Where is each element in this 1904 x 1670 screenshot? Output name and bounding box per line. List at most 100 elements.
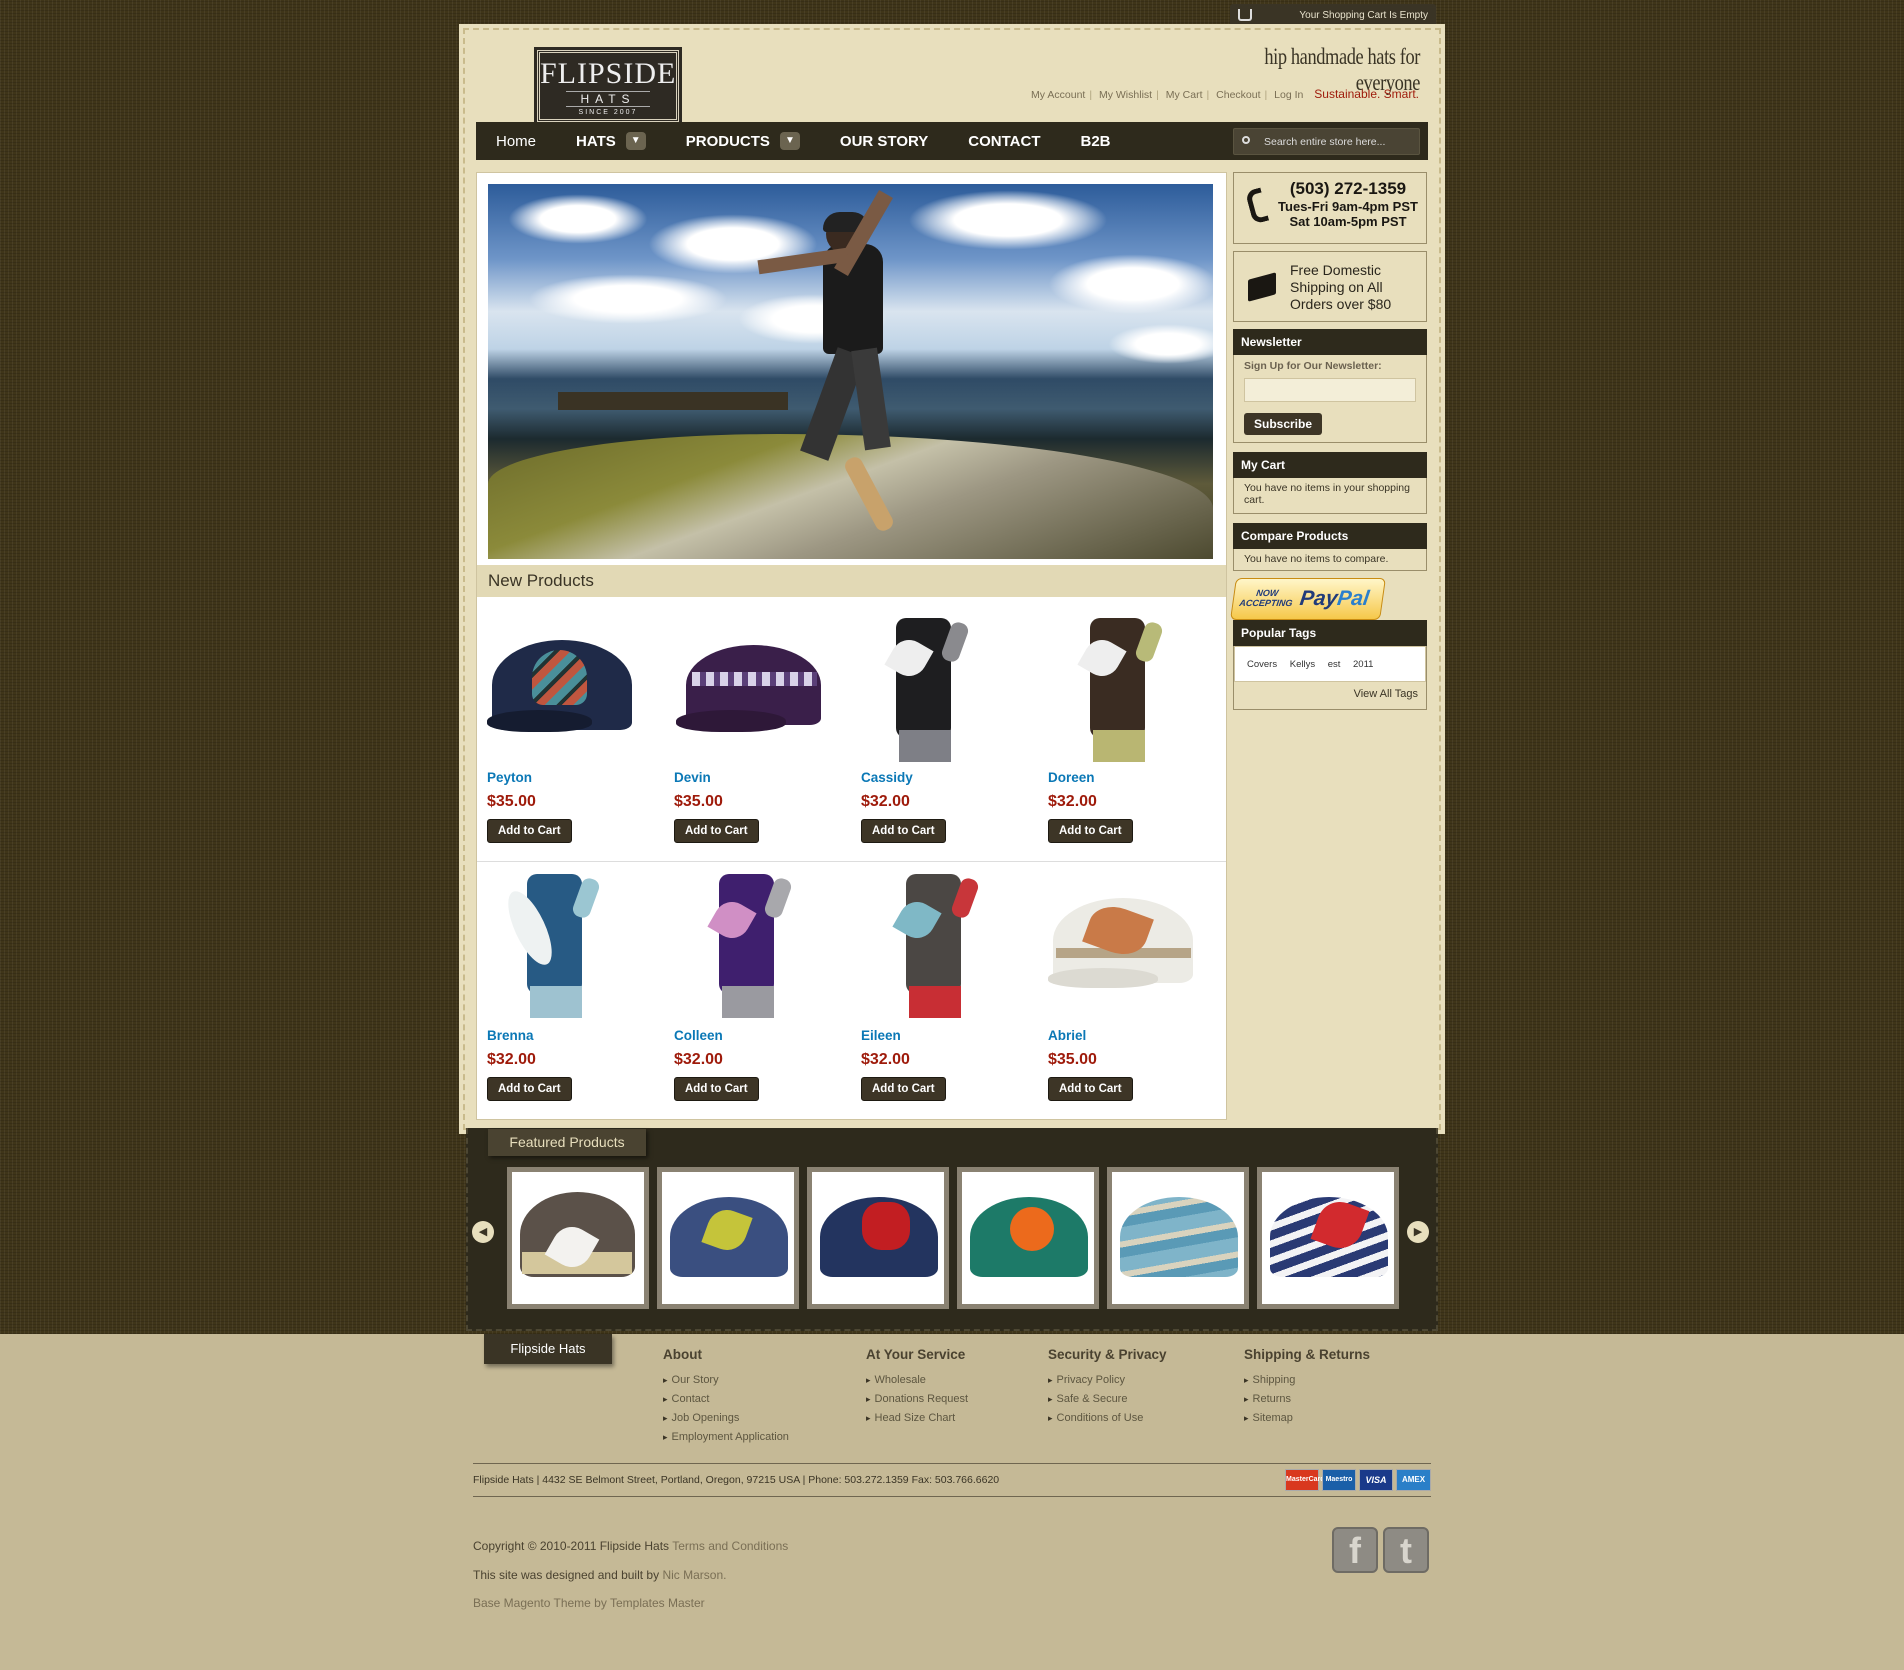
footer-col-title: At Your Service	[866, 1347, 966, 1362]
twitter-icon[interactable]: t	[1383, 1527, 1429, 1573]
mastercard-logo: MasterCard	[1285, 1469, 1325, 1491]
nav-b2b-label: B2B	[1080, 132, 1111, 150]
compare-products-text: You have no items to compare.	[1233, 549, 1427, 571]
add-to-cart-button[interactable]: Add to Cart	[487, 819, 572, 843]
footer-link[interactable]: Shipping	[1244, 1374, 1370, 1386]
footer-link[interactable]: Privacy Policy	[1048, 1374, 1167, 1386]
add-to-cart-button[interactable]: Add to Cart	[861, 819, 946, 843]
maestro-logo: Maestro	[1322, 1469, 1356, 1491]
nav-home-label: Home	[496, 132, 537, 150]
product-name[interactable]: Peyton	[487, 770, 667, 785]
featured-product-thumb[interactable]	[1107, 1167, 1249, 1309]
footer-link[interactable]: Sitemap	[1244, 1412, 1370, 1424]
product-image[interactable]	[674, 868, 844, 1028]
tag-cloud[interactable]: Covers Kellys est 2011	[1234, 646, 1426, 682]
product-card-brenna: Brenna $32.00 Add to Cart	[487, 868, 667, 1101]
nav-contact[interactable]: CONTACT	[948, 133, 1060, 150]
terms-link[interactable]: Terms and Conditions	[672, 1539, 788, 1553]
package-icon	[1248, 272, 1276, 302]
newsletter-email-field[interactable]	[1244, 378, 1416, 402]
search-icon[interactable]	[1242, 136, 1250, 144]
footer-link[interactable]: Job Openings	[663, 1412, 789, 1424]
product-image[interactable]	[1048, 868, 1218, 1028]
paypal-now: NOW	[1255, 588, 1280, 598]
facebook-icon[interactable]: f	[1332, 1527, 1378, 1573]
footer-col-title: Shipping & Returns	[1244, 1347, 1370, 1362]
carousel-next-icon[interactable]: ▶	[1407, 1221, 1429, 1243]
product-name[interactable]: Doreen	[1048, 770, 1228, 785]
product-name[interactable]: Cassidy	[861, 770, 1041, 785]
footer-link[interactable]: Contact	[663, 1393, 789, 1405]
nav-our-story[interactable]: OUR STORY	[820, 133, 948, 150]
newsletter-box: Sign Up for Our Newsletter: Subscribe	[1233, 355, 1427, 443]
add-to-cart-button[interactable]: Add to Cart	[1048, 1077, 1133, 1101]
product-name[interactable]: Abriel	[1048, 1028, 1228, 1043]
my-cart-title: My Cart	[1233, 452, 1427, 478]
add-to-cart-button[interactable]: Add to Cart	[487, 1077, 572, 1101]
footer-col-shipping: Shipping & Returns Shipping Returns Site…	[1244, 1347, 1370, 1431]
phone-hours-weekday: Tues-Fri 9am-4pm PST	[1278, 199, 1418, 214]
product-image[interactable]	[487, 610, 657, 770]
add-to-cart-button[interactable]: Add to Cart	[674, 819, 759, 843]
paypal-badge: NOW ACCEPTING PayPal	[1230, 578, 1386, 620]
featured-product-thumb[interactable]	[807, 1167, 949, 1309]
product-image[interactable]	[861, 610, 1031, 770]
nav-hats[interactable]: HATS ▼	[556, 132, 666, 150]
add-to-cart-button[interactable]: Add to Cart	[674, 1077, 759, 1101]
product-image[interactable]	[861, 868, 1031, 1028]
subscribe-button[interactable]: Subscribe	[1244, 413, 1323, 435]
row-divider	[477, 861, 1226, 862]
nav-products[interactable]: PRODUCTS ▼	[666, 132, 820, 150]
paypal-pay: Pay	[1298, 587, 1340, 610]
chevron-down-icon[interactable]: ▼	[625, 132, 646, 150]
designer-link[interactable]: Nic Marson.	[662, 1568, 726, 1582]
nav-home[interactable]: Home	[476, 133, 556, 150]
designed-by-line: This site was designed and built by Nic …	[473, 1568, 726, 1582]
my-wishlist-link[interactable]: My Wishlist	[1099, 89, 1152, 101]
featured-product-thumb[interactable]	[957, 1167, 1099, 1309]
featured-product-thumb[interactable]	[657, 1167, 799, 1309]
footer-link[interactable]: Wholesale	[866, 1374, 968, 1386]
footer-link[interactable]: Donations Request	[866, 1393, 969, 1405]
nav-b2b[interactable]: B2B	[1061, 133, 1131, 150]
log-in-link[interactable]: Log In	[1274, 89, 1303, 101]
product-card-devin: Devin $35.00 Add to Cart	[674, 610, 854, 843]
featured-product-thumb[interactable]	[1257, 1167, 1399, 1309]
product-name[interactable]: Colleen	[674, 1028, 854, 1043]
add-to-cart-button[interactable]: Add to Cart	[1048, 819, 1133, 843]
footer-link[interactable]: Safe & Secure	[1048, 1393, 1167, 1405]
footer-link[interactable]: Our Story	[663, 1374, 789, 1386]
footer-link[interactable]: Returns	[1244, 1393, 1370, 1405]
hero-banner-image[interactable]	[488, 184, 1213, 559]
carousel-prev-icon[interactable]: ◀	[472, 1221, 494, 1243]
chevron-down-icon[interactable]: ▼	[779, 132, 800, 150]
add-to-cart-button[interactable]: Add to Cart	[861, 1077, 946, 1101]
footer-link[interactable]: Employment Application	[663, 1431, 789, 1443]
phone-number[interactable]: (503) 272-1359	[1272, 179, 1424, 199]
copyright-line: Copyright © 2010-2011 Flipside Hats Term…	[473, 1539, 788, 1553]
logo[interactable]: FLIPSIDE HATS SINCE 2007	[537, 50, 679, 122]
newsletter-label: Sign Up for Our Newsletter:	[1244, 360, 1382, 372]
product-name[interactable]: Eileen	[861, 1028, 1041, 1043]
phone-box: (503) 272-1359 Tues-Fri 9am-4pm PST Sat …	[1233, 172, 1427, 244]
product-name[interactable]: Devin	[674, 770, 854, 785]
theme-credit-link[interactable]: Base Magento Theme by Templates Master	[473, 1596, 705, 1610]
checkout-link[interactable]: Checkout	[1216, 89, 1260, 101]
featured-product-thumb[interactable]	[507, 1167, 649, 1309]
product-card-doreen: Doreen $32.00 Add to Cart	[1048, 610, 1228, 843]
my-cart-text: You have no items in your shopping cart.	[1233, 478, 1427, 514]
product-image[interactable]	[1048, 610, 1218, 770]
nav-our-story-label: OUR STORY	[839, 132, 929, 150]
search-input[interactable]: Search entire store here...	[1233, 128, 1420, 155]
footer-link[interactable]: Conditions of Use	[1048, 1412, 1167, 1424]
product-price: $35.00	[487, 793, 536, 810]
product-card-eileen: Eileen $32.00 Add to Cart	[861, 868, 1041, 1101]
product-name[interactable]: Brenna	[487, 1028, 667, 1043]
my-account-link[interactable]: My Account	[1031, 89, 1085, 101]
product-image[interactable]	[674, 610, 844, 770]
view-all-tags-link[interactable]: View All Tags	[1234, 682, 1426, 706]
my-cart-link[interactable]: My Cart	[1166, 89, 1203, 101]
cart-status-bar[interactable]: Your Shopping Cart Is Empty	[1230, 4, 1436, 26]
product-image[interactable]	[487, 868, 657, 1028]
footer-link[interactable]: Head Size Chart	[866, 1412, 968, 1424]
